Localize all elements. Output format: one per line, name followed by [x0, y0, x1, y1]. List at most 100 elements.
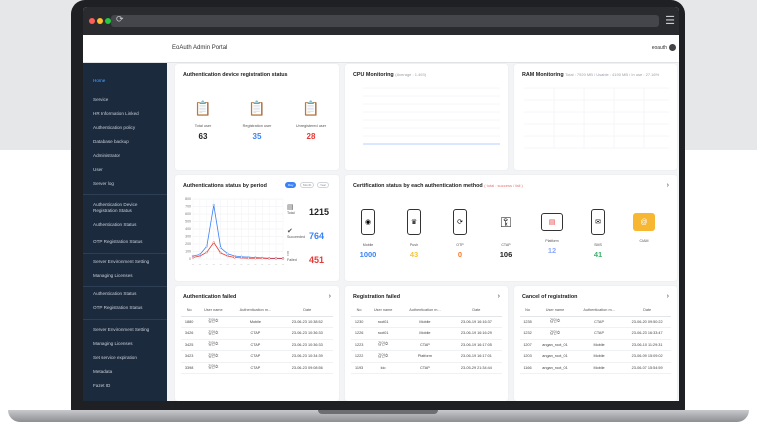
column-header[interactable]: No — [181, 304, 198, 317]
check-icon: ✔ — [287, 228, 293, 235]
table-cell: Mobile — [574, 350, 624, 363]
table-row[interactable]: 1207 angan_root_01 Mobile 23-06-10 11:29:31 — [520, 339, 671, 351]
sidebar-item-administrator[interactable]: Administrator — [93, 153, 120, 158]
table-row[interactable]: 3398 김민호 CTAP 23-06-23 09:08:56 — [181, 362, 333, 374]
user-name[interactable]: eoauth — [652, 45, 667, 51]
sidebar-item-server-env[interactable]: Server Environment Setting — [93, 259, 149, 264]
table-row[interactable]: 1232 김민호 CTAP 23-06-23 16:33:47 — [520, 327, 671, 340]
table-row[interactable]: 1880 김민호 Mobile 23-06-23 10:38:52 — [181, 316, 333, 328]
sidebar-item-metadata[interactable]: Metadata — [93, 369, 112, 374]
sidebar-item-licenses-2[interactable]: Managing Licenses — [93, 341, 133, 346]
tab-month[interactable]: Month — [300, 182, 315, 188]
sidebar-item-server-env-2[interactable]: Server Environment Setting — [93, 327, 149, 332]
sidebar-item-expiration[interactable]: Set service expiration — [93, 355, 137, 360]
column-header[interactable]: No — [351, 304, 368, 317]
data-point — [205, 245, 208, 248]
table-cell: 23-06-19 16:17:05 — [450, 339, 502, 351]
column-header[interactable]: Date — [450, 304, 502, 317]
sidebar-item-user[interactable]: User — [93, 167, 103, 172]
sidebar-item-auth-status-2[interactable]: Authentication Status — [93, 291, 136, 296]
minimize-dot-icon[interactable] — [97, 18, 103, 24]
cpu-monitoring-card: CPU Monitoring (Average : 1.493) — [345, 64, 508, 170]
address-bar[interactable] — [111, 15, 659, 27]
table-cell: root01 — [367, 327, 400, 340]
stat-value: 764 — [309, 231, 325, 241]
stat-label: Registration user — [242, 124, 272, 128]
cancel-registration-table: No User name Authentication m... Date 1235 김민… — [520, 304, 671, 374]
chevron-right-icon[interactable]: › — [667, 182, 669, 189]
table-row[interactable]: 1230 root01 Mobile 23-06-19 16:16:37 — [351, 316, 502, 328]
sidebar-item-hr[interactable]: HR Information Linked — [93, 111, 139, 116]
method-value: 106 — [499, 250, 513, 259]
sidebar-item-db-backup[interactable]: Database backup — [93, 139, 129, 144]
table-row[interactable]: 1226 root01 Mobile 23-06-19 16:16:29 — [351, 327, 502, 340]
chevron-right-icon[interactable]: › — [498, 293, 500, 300]
column-header[interactable]: Authentication m... — [574, 304, 624, 317]
table-row[interactable]: 1193 kio CTAP 23-05-29 21:34:44 — [351, 362, 502, 374]
column-header[interactable]: Date — [623, 304, 671, 317]
sidebar-item-device-reg[interactable]: Authentication Device Registration Statu… — [93, 202, 159, 213]
table-cell: CTAP — [229, 362, 282, 374]
data-point — [268, 257, 271, 260]
sidebar-divider — [83, 286, 167, 287]
table-cell: 23-06-23 10:36:33 — [281, 327, 333, 340]
sidebar-item-fazet-id[interactable]: Fazet ID — [93, 383, 110, 388]
column-header[interactable]: User name — [197, 304, 230, 317]
table-cell: 1232 — [520, 327, 536, 340]
table-cell: 1230 — [351, 316, 368, 328]
table-row[interactable]: 1222 김민호 Platform 23-06-19 16:17:01 — [351, 350, 502, 363]
sidebar-item-home[interactable]: Home — [93, 78, 105, 83]
y-tick-label: 200 — [185, 242, 191, 246]
x-tick-mark: ─ — [205, 262, 209, 266]
table-row[interactable]: 1166 angan_root_01 Mobile 23-06-07 15:54:59 — [520, 362, 671, 374]
table-row[interactable]: 3425 김민호 CTAP 23-06-23 10:36:33 — [181, 339, 333, 351]
table-row[interactable]: 3426 김민호 CTAP 23-06-23 10:36:33 — [181, 327, 333, 340]
clipboard-user-icon: 📋 — [194, 100, 212, 116]
email-icon: @ — [633, 213, 655, 231]
sidebar-item-auth-policy[interactable]: Authentication policy — [93, 125, 135, 130]
method-sms: ✉ SMS 41 — [583, 209, 613, 259]
y-tick-label: 700 — [185, 205, 191, 209]
column-header[interactable]: User name — [535, 304, 575, 317]
table-row[interactable]: 1235 김민호 CTAP 23-06-20 09:50:22 — [520, 316, 671, 328]
close-dot-icon[interactable] — [89, 18, 95, 24]
column-header[interactable]: Date — [281, 304, 333, 317]
table-cell: CTAP — [229, 327, 282, 340]
card-title: Authentication device registration statu… — [183, 72, 288, 78]
sidebar-item-server-log[interactable]: Server log — [93, 181, 114, 186]
sidebar-item-licenses[interactable]: Managing Licenses — [93, 273, 133, 278]
sidebar: Home Service HR Information Linked Authe… — [83, 63, 167, 401]
app-title: EoAuth Admin Portal — [172, 45, 228, 51]
column-header[interactable]: Authentication m... — [399, 304, 451, 317]
stat-value: 63 — [198, 132, 208, 141]
x-tick-mark: ─ — [232, 262, 236, 266]
y-tick-label: 100 — [185, 250, 191, 254]
table-cell: 김민호 — [535, 316, 575, 328]
table-header-row: No User name Authentication m... Date — [351, 304, 502, 317]
table-cell: CTAP — [229, 350, 282, 363]
table-cell: 23-05-29 21:34:44 — [450, 362, 502, 374]
table-row[interactable]: 1203 angan_root_01 Mobile 23-06-09 15:09:02 — [520, 350, 671, 363]
column-header[interactable]: Authentication m... — [229, 304, 282, 317]
chevron-right-icon[interactable]: › — [329, 293, 331, 300]
method-label: Mobile — [362, 243, 374, 247]
column-header[interactable]: User name — [367, 304, 400, 317]
table-cell: 1880 — [181, 316, 198, 328]
sidebar-item-auth-status[interactable]: Authentication Status — [93, 222, 136, 227]
table-row[interactable]: 3423 김민호 CTAP 23-06-23 10:34:39 — [181, 350, 333, 363]
table-cell: 김민호 — [197, 362, 230, 374]
sidebar-item-service[interactable]: Service — [93, 97, 108, 102]
chevron-right-icon[interactable]: › — [667, 293, 669, 300]
table-cell: 23-06-19 16:17:01 — [450, 350, 502, 363]
user-icon[interactable] — [669, 44, 676, 51]
menu-icon[interactable]: ☰ — [665, 14, 675, 27]
reload-icon[interactable]: ⟳ — [116, 14, 124, 25]
column-header[interactable]: No — [520, 304, 536, 317]
tab-day[interactable]: Day — [285, 182, 297, 188]
stat-label: Total — [287, 211, 295, 215]
sidebar-item-otp-status-2[interactable]: OTP Registration Status — [93, 305, 142, 310]
table-row[interactable]: 1223 김민호 CTAP 23-06-19 16:17:05 — [351, 339, 502, 351]
tab-year[interactable]: Year — [317, 182, 330, 188]
sidebar-item-otp-status[interactable]: OTP Registration Status — [93, 239, 142, 244]
x-tick-mark: ─ — [260, 262, 264, 266]
